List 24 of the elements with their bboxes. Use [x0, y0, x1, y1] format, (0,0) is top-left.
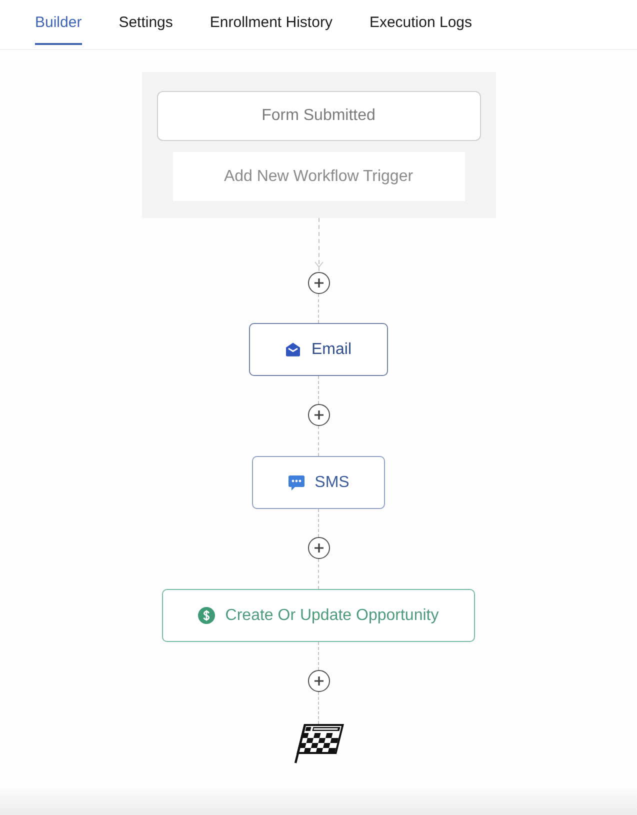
add-step-button[interactable] [308, 670, 330, 692]
add-step-button[interactable] [308, 537, 330, 559]
plus-icon [314, 676, 324, 686]
chat-bubble-icon [288, 474, 305, 490]
plus-icon [314, 278, 324, 288]
connector-line [318, 509, 319, 537]
tab[interactable]: Enrollment History [210, 0, 332, 45]
dollar-icon [198, 607, 216, 624]
connector-line [318, 376, 319, 404]
plus-icon [314, 543, 324, 553]
add-step-button[interactable] [308, 404, 330, 426]
trigger-card[interactable]: Form Submitted [156, 91, 480, 141]
add-trigger-button[interactable]: Add New Workflow Trigger [172, 152, 464, 201]
plus-icon [314, 410, 324, 420]
email-step-node[interactable]: Email [249, 323, 388, 376]
opportunity-step-node[interactable]: Create Or Update Opportunity [162, 589, 475, 642]
add-step-button[interactable] [308, 272, 330, 294]
sms-step-node[interactable]: SMS [252, 456, 386, 509]
checkered-flag-icon [294, 724, 344, 764]
tab[interactable]: Builder [35, 0, 82, 45]
connector-line [318, 642, 319, 670]
envelope-icon [285, 342, 302, 357]
tab[interactable]: Execution Logs [369, 0, 472, 45]
tab[interactable]: Settings [118, 0, 173, 45]
